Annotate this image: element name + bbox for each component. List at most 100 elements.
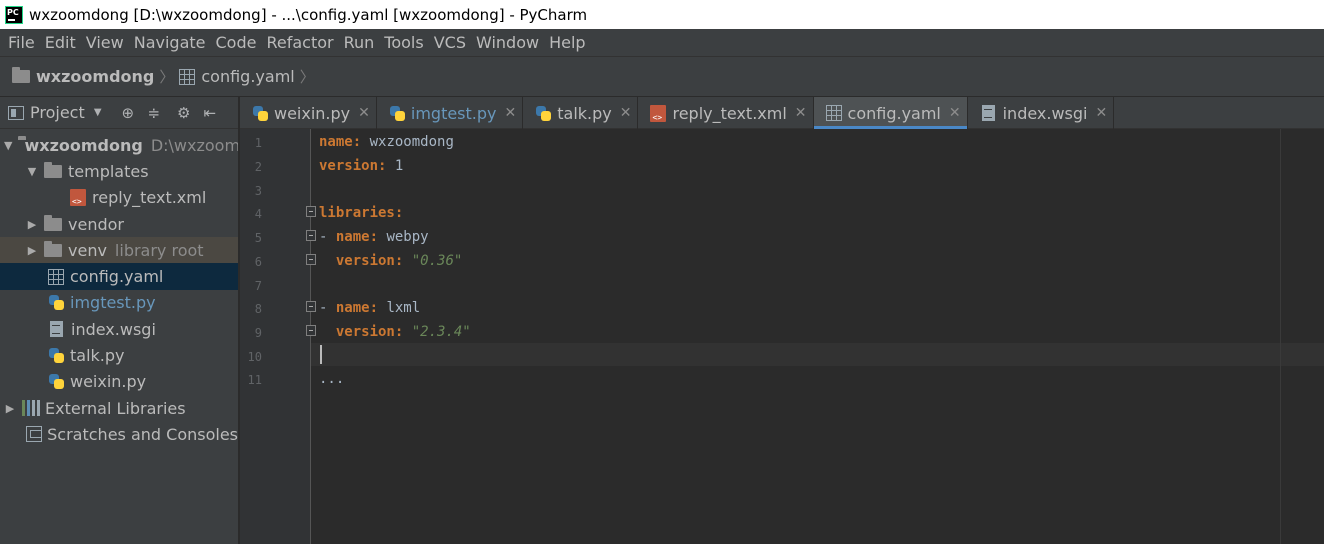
yaml-key: name: [335, 300, 379, 316]
tab-label: reply_text.xml [672, 103, 787, 123]
expanded-arrow-icon[interactable]: ▼ [26, 165, 38, 178]
title-bar: wxzoomdong [D:\wxzoomdong] - ...\config.… [0, 0, 1324, 29]
project-view-icon [8, 105, 24, 120]
close-icon[interactable]: ✕ [1096, 105, 1108, 121]
menu-code[interactable]: Code [212, 33, 263, 52]
yaml-key: version: [335, 253, 404, 269]
chevron-right-icon: 〉 [159, 68, 175, 86]
line-number: 8 [254, 302, 262, 316]
tree-item-external-libraries[interactable]: ▶ External Libraries [0, 395, 238, 421]
code-line-4: libraries: [319, 205, 403, 221]
pycharm-logo-icon [5, 5, 23, 24]
tree-item-label: imgtest.py [70, 293, 156, 313]
menu-window[interactable]: Window [472, 33, 545, 52]
close-icon[interactable]: ✕ [505, 105, 517, 121]
close-icon[interactable]: ✕ [620, 105, 632, 121]
code-line-6: version: "0.36" [319, 253, 462, 269]
expanded-arrow-icon[interactable]: ▼ [4, 139, 12, 152]
editor-tabs: weixin.py ✕ imgtest.py ✕ talk.py ✕ reply… [240, 97, 1324, 129]
folder-icon [12, 67, 30, 83]
text-caret [320, 345, 322, 364]
tab-imgtest-py[interactable]: imgtest.py ✕ [377, 97, 524, 129]
navigation-bar: wxzoomdong 〉 config.yaml 〉 [0, 57, 1324, 97]
tree-item-label: reply_text.xml [92, 188, 207, 208]
yaml-key: version: [319, 158, 387, 174]
tree-item-config[interactable]: config.yaml [0, 263, 238, 290]
yaml-string: "0.36" [403, 253, 463, 269]
tab-index-wsgi[interactable]: index.wsgi ✕ [968, 97, 1115, 129]
tab-talk-py[interactable]: talk.py ✕ [523, 97, 639, 129]
line-number: 5 [254, 231, 262, 245]
close-icon[interactable]: ✕ [358, 105, 370, 121]
python-file-icon [535, 105, 552, 122]
tree-item-label: config.yaml [70, 267, 164, 287]
tree-item-root[interactable]: ▼ wxzoomdong D:\wxzoom [0, 132, 238, 158]
collapsed-arrow-icon[interactable]: ▶ [26, 218, 38, 231]
current-line-highlight [311, 343, 1324, 366]
close-icon[interactable]: ✕ [949, 105, 961, 121]
code-line-5: - name: webpy [319, 229, 429, 245]
yaml-value: webpy [378, 229, 429, 245]
collapse-all-icon[interactable]: ≑ [145, 104, 163, 122]
yaml-indent [319, 324, 336, 340]
project-panel: Project ▼ ⊕ ≑ ⚙ ⇤ ▼ wxzoomdong D:\wxzoom… [0, 97, 239, 544]
fold-end-icon[interactable] [306, 254, 316, 265]
line-number: 7 [254, 279, 262, 293]
project-view-selector[interactable]: Project [30, 103, 85, 122]
tree-item-imgtest[interactable]: imgtest.py [0, 290, 238, 316]
yaml-key: name: [335, 229, 379, 245]
tab-reply-text-xml[interactable]: reply_text.xml ✕ [638, 97, 814, 129]
fold-marker-icon[interactable] [306, 230, 316, 241]
tree-item-talk[interactable]: talk.py [0, 342, 238, 368]
tab-label: index.wsgi [1002, 103, 1088, 123]
menu-vcs[interactable]: VCS [430, 33, 472, 52]
python-file-icon [252, 105, 268, 122]
settings-gear-icon[interactable]: ⚙ [175, 104, 193, 122]
editor-gutter: 1 2 3 4 5 6 7 8 9 10 11 [240, 129, 316, 544]
menu-file[interactable]: File [4, 33, 41, 52]
window-title: wxzoomdong [D:\wxzoomdong] - ...\config.… [29, 5, 588, 24]
breadcrumb-file[interactable]: config.yaml [179, 67, 295, 86]
yaml-file-icon [48, 268, 64, 285]
tree-item-reply-text[interactable]: reply_text.xml [0, 185, 238, 211]
tree-item-templates[interactable]: ▼ templates [0, 158, 238, 184]
yaml-file-icon [179, 68, 196, 85]
tree-item-label: weixin.py [70, 372, 147, 392]
dropdown-arrow-icon[interactable]: ▼ [89, 104, 107, 122]
yaml-dash: - [319, 229, 336, 245]
collapsed-arrow-icon[interactable]: ▶ [4, 402, 16, 415]
tree-item-path: D:\wxzoom [150, 135, 238, 155]
code-editor[interactable]: 1 2 3 4 5 6 7 8 9 10 11 name: wxzoomdong… [240, 129, 1324, 544]
tab-config-yaml[interactable]: config.yaml ✕ [813, 97, 968, 129]
tree-item-index[interactable]: index.wsgi [0, 316, 238, 342]
tab-weixin-py[interactable]: weixin.py ✕ [240, 97, 377, 129]
tree-item-weixin[interactable]: weixin.py [0, 369, 238, 395]
tree-item-venv[interactable]: ▶ venv library root [0, 237, 238, 264]
menu-edit[interactable]: Edit [41, 33, 82, 52]
tree-item-scratches[interactable]: Scratches and Consoles [0, 421, 238, 447]
tree-item-vendor[interactable]: ▶ vendor [0, 211, 238, 237]
menu-view[interactable]: View [82, 33, 130, 52]
breadcrumb-project[interactable]: wxzoomdong [12, 67, 154, 86]
folder-icon [44, 240, 62, 257]
yaml-dash: - [319, 300, 336, 316]
tree-item-label: templates [68, 161, 149, 181]
fold-marker-icon[interactable] [306, 301, 316, 312]
line-number: 10 [247, 350, 262, 364]
fold-marker-icon[interactable] [306, 206, 316, 217]
python-file-icon [48, 347, 64, 364]
fold-end-icon[interactable] [306, 325, 316, 336]
menu-navigate[interactable]: Navigate [130, 33, 212, 52]
menu-run[interactable]: Run [340, 33, 381, 52]
menu-help[interactable]: Help [545, 33, 591, 52]
menu-tools[interactable]: Tools [380, 33, 429, 52]
folder-icon [44, 214, 62, 231]
locate-target-icon[interactable]: ⊕ [119, 104, 137, 122]
project-toolbar: Project ▼ ⊕ ≑ ⚙ ⇤ [0, 97, 238, 129]
code-line-11: ... [319, 371, 345, 387]
close-icon[interactable]: ✕ [795, 105, 807, 121]
collapsed-arrow-icon[interactable]: ▶ [26, 244, 38, 257]
menu-refactor[interactable]: Refactor [262, 33, 339, 52]
hide-panel-icon[interactable]: ⇤ [201, 104, 219, 122]
library-icon [22, 400, 40, 417]
